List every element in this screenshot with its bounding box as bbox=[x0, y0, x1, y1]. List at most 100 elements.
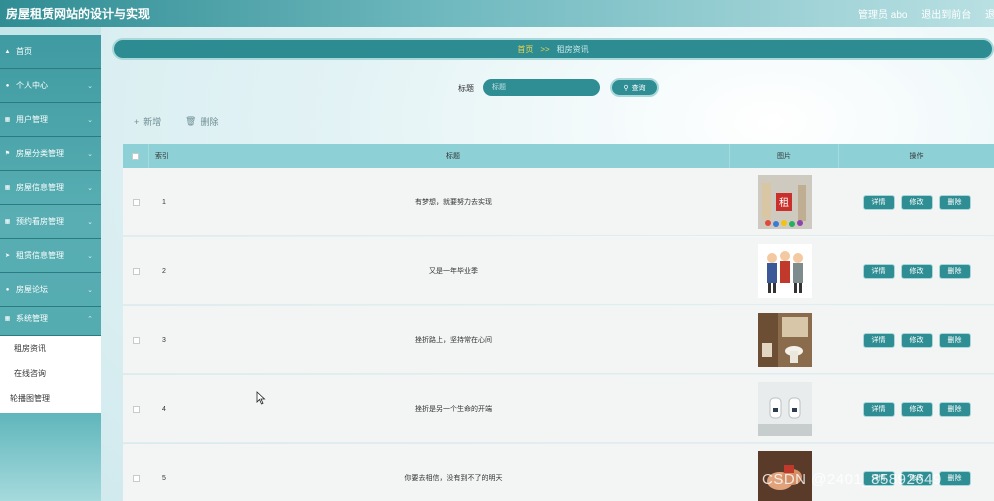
detail-button[interactable]: 详情 bbox=[862, 332, 895, 348]
watermark: CSDN @2401_85892649 bbox=[762, 471, 942, 488]
delete-button[interactable]: 🗑 删除 bbox=[185, 115, 218, 128]
row-select-cell bbox=[123, 444, 149, 501]
sidebar-item-label: 个人中心 bbox=[16, 81, 48, 90]
search-input[interactable] bbox=[483, 79, 600, 96]
submenu-item-carousel[interactable]: 轮播图管理 bbox=[0, 386, 101, 411]
grid-icon: ▦ bbox=[4, 219, 11, 225]
detail-button[interactable]: 详情 bbox=[862, 194, 895, 210]
sidebar-fill bbox=[0, 413, 101, 501]
row-delete-button[interactable]: 删除 bbox=[938, 263, 971, 279]
row-checkbox[interactable] bbox=[132, 267, 140, 275]
row-select-cell bbox=[123, 306, 149, 374]
row-checkbox[interactable] bbox=[132, 336, 140, 344]
row-image-cell bbox=[730, 237, 839, 305]
row-actions: 详情 修改 删除 bbox=[839, 306, 994, 374]
sidebar: ▲ 首页 ● 个人中心 ⌄ ▦ 用户管理 ⌄ ⚑ 房屋分类管理 ⌄ ▦ 房屋信息… bbox=[0, 27, 101, 501]
breadcrumb-home-link[interactable]: 首页 bbox=[517, 44, 533, 55]
edit-button[interactable]: 修改 bbox=[900, 401, 933, 417]
sidebar-item-house-category[interactable]: ⚑ 房屋分类管理 ⌄ bbox=[0, 137, 101, 171]
row-image-cell bbox=[730, 306, 839, 374]
row-title: 又是一年毕业季 bbox=[429, 268, 478, 275]
detail-button[interactable]: 详情 bbox=[862, 401, 895, 417]
row-actions: 详情 修改 删除 bbox=[839, 237, 994, 305]
breadcrumb: 首页 >> 租房资讯 bbox=[112, 38, 994, 60]
sidebar-item-label: 首页 bbox=[16, 47, 32, 56]
user-icon: ● bbox=[5, 286, 10, 293]
search-label: 标题 bbox=[458, 84, 474, 93]
site-title: 房屋租赁网站的设计与实现 bbox=[6, 7, 151, 21]
search-button[interactable]: ⚲ 查询 bbox=[610, 78, 659, 97]
row-checkbox[interactable] bbox=[132, 405, 140, 413]
chevron-down-icon: ⌄ bbox=[87, 218, 93, 226]
submenu-item-online-consult[interactable]: 在线咨询 bbox=[0, 361, 101, 386]
row-title: 挫折是另一个生命的开端 bbox=[415, 406, 492, 413]
column-header-title: 标题 bbox=[177, 144, 730, 168]
sidebar-item-label: 房屋论坛 bbox=[16, 285, 48, 294]
row-actions: 详情 修改 删除 bbox=[839, 375, 994, 443]
sidebar-item-label: 用户管理 bbox=[16, 115, 48, 124]
back-to-front-link[interactable]: 退出到前台 bbox=[921, 10, 971, 21]
logout-link[interactable]: 退出登 bbox=[985, 10, 994, 21]
edit-button[interactable]: 修改 bbox=[900, 194, 933, 210]
top-bar: 房屋租赁网站的设计与实现 管理员 abo 退出到前台 退出登 bbox=[0, 0, 994, 27]
row-select-cell bbox=[123, 375, 149, 443]
mouse-cursor-icon bbox=[256, 391, 266, 405]
column-header-image: 图片 bbox=[730, 144, 839, 168]
sidebar-item-user-management[interactable]: ▦ 用户管理 ⌄ bbox=[0, 103, 101, 137]
chevron-down-icon: ⌄ bbox=[87, 116, 93, 124]
sidebar-item-label: 房屋分类管理 bbox=[16, 149, 64, 158]
row-checkbox[interactable] bbox=[132, 474, 140, 482]
add-button[interactable]: + 新增 bbox=[134, 115, 161, 128]
trash-icon: 🗑 bbox=[185, 116, 197, 126]
rent-sign-photo: 租 bbox=[757, 175, 812, 229]
table-row: 3 挫折路上，坚持常在心间 详情 修改 删除 bbox=[123, 306, 994, 374]
row-delete-button[interactable]: 删除 bbox=[938, 470, 971, 486]
row-title: 有梦想，就要努力去实现 bbox=[415, 199, 492, 206]
row-select-cell bbox=[123, 237, 149, 305]
row-index: 2 bbox=[162, 267, 166, 275]
chevron-up-icon: ⌃ bbox=[87, 315, 93, 323]
chevron-down-icon: ⌄ bbox=[87, 150, 93, 158]
row-delete-button[interactable]: 删除 bbox=[938, 194, 971, 210]
row-delete-button[interactable]: 删除 bbox=[938, 332, 971, 348]
bathroom-photo bbox=[757, 313, 812, 367]
delete-button-label: 删除 bbox=[200, 117, 219, 127]
search-icon: ⚲ bbox=[623, 84, 629, 92]
sidebar-item-rental-info[interactable]: ➤ 租赁信息管理 ⌄ bbox=[0, 239, 101, 273]
row-index: 1 bbox=[162, 198, 166, 206]
row-actions: 详情 修改 删除 bbox=[839, 168, 994, 236]
row-index: 5 bbox=[162, 474, 166, 482]
select-all-checkbox[interactable] bbox=[132, 152, 139, 160]
plus-icon: + bbox=[134, 116, 140, 127]
sidebar-item-home[interactable]: ▲ 首页 bbox=[0, 35, 101, 69]
sidebar-item-label: 租赁信息管理 bbox=[16, 251, 64, 260]
header-actions: 管理员 abo 退出到前台 退出登 bbox=[858, 6, 994, 21]
system-submenu: 租房资讯 在线咨询 轮播图管理 bbox=[0, 336, 101, 413]
search-button-label: 查询 bbox=[631, 84, 646, 92]
select-all-cell bbox=[123, 144, 149, 168]
sidebar-item-house-info[interactable]: ▦ 房屋信息管理 ⌄ bbox=[0, 171, 101, 205]
edit-button[interactable]: 修改 bbox=[900, 263, 933, 279]
sidebar-item-personal-center[interactable]: ● 个人中心 ⌄ bbox=[0, 69, 101, 103]
sidebar-item-label: 房屋信息管理 bbox=[16, 183, 64, 192]
row-delete-button[interactable]: 删除 bbox=[938, 401, 971, 417]
table-row: 1 有梦想，就要努力去实现 租 详情 修改 删除 bbox=[123, 168, 994, 236]
row-checkbox[interactable] bbox=[132, 198, 140, 206]
urinal-photo bbox=[757, 382, 812, 436]
submenu-item-rental-news[interactable]: 租房资讯 bbox=[0, 336, 101, 361]
sidebar-item-viewing-appointments[interactable]: ▦ 预约看房管理 ⌄ bbox=[0, 205, 101, 239]
breadcrumb-separator: >> bbox=[540, 44, 550, 54]
chevron-down-icon: ⌄ bbox=[87, 252, 93, 260]
sidebar-top-strip bbox=[0, 27, 101, 35]
handshake-cartoon bbox=[757, 244, 812, 298]
chevron-down-icon: ⌄ bbox=[87, 82, 93, 90]
detail-button[interactable]: 详情 bbox=[862, 263, 895, 279]
sidebar-item-system-management[interactable]: ▦ 系统管理 ⌃ bbox=[0, 302, 101, 336]
grid-icon: ▦ bbox=[4, 316, 11, 322]
row-select-cell bbox=[123, 168, 149, 236]
edit-button[interactable]: 修改 bbox=[900, 332, 933, 348]
tag-icon: ⚑ bbox=[4, 151, 11, 157]
chevron-down-icon: ⌄ bbox=[87, 184, 93, 192]
table-row: 2 又是一年毕业季 详情 修改 删除 bbox=[123, 237, 994, 305]
grid-icon: ▦ bbox=[4, 185, 11, 191]
